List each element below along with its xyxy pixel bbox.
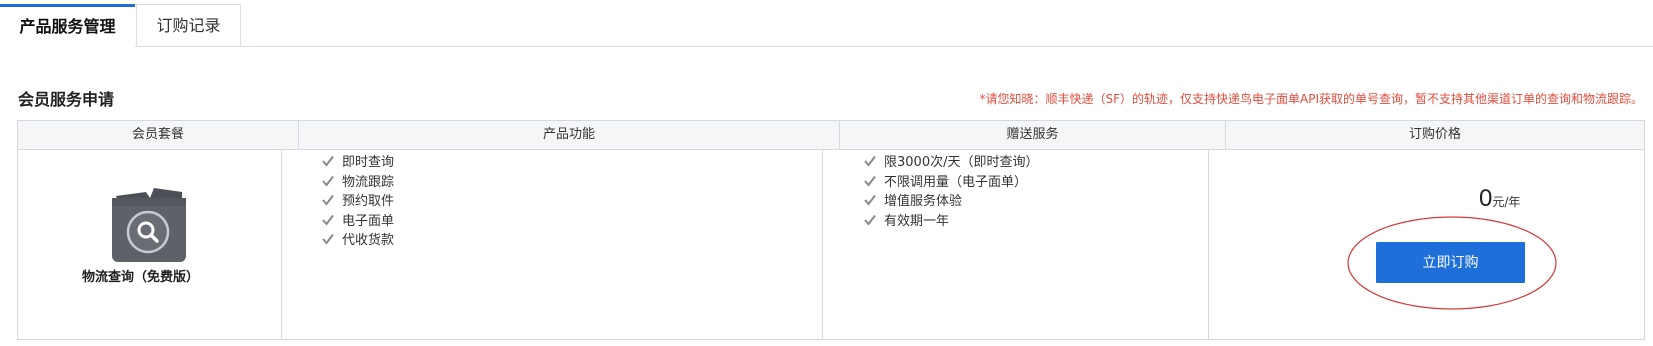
check-icon xyxy=(864,175,876,187)
column-divider xyxy=(281,149,282,339)
list-item: 不限调用量（电子面单） xyxy=(864,173,1038,193)
column-divider xyxy=(822,149,823,339)
check-icon xyxy=(864,155,876,167)
column-divider xyxy=(1208,149,1209,339)
box-search-icon xyxy=(112,188,186,262)
header-price: 订购价格 xyxy=(1408,127,1461,142)
price-unit: 元/年 xyxy=(1492,195,1521,209)
section-title: 会员服务申请 xyxy=(18,90,115,109)
gift-label: 不限调用量（电子面单） xyxy=(884,174,1028,190)
gift-label: 限3000次/天（即时查询） xyxy=(884,155,1039,170)
feature-label: 物流跟踪 xyxy=(342,174,395,190)
plan-name: 物流查询（免费版） xyxy=(81,270,199,285)
annotation-ellipse xyxy=(1347,216,1557,310)
gift-label: 有效期一年 xyxy=(884,213,950,229)
list-item: 增值服务体验 xyxy=(864,192,1038,212)
feature-label: 代收货款 xyxy=(342,233,395,248)
tab-bar: 产品服务管理 订购记录 xyxy=(0,0,1653,47)
list-item: 预约取件 xyxy=(322,192,394,212)
feature-label: 预约取件 xyxy=(342,194,395,209)
check-icon xyxy=(322,194,334,206)
check-icon xyxy=(322,214,334,226)
header-features: 产品功能 xyxy=(299,121,840,149)
check-icon xyxy=(322,175,334,187)
list-item: 限3000次/天（即时查询） xyxy=(864,153,1038,173)
list-item: 物流跟踪 xyxy=(322,173,394,193)
list-item: 电子面单 xyxy=(322,212,394,232)
check-icon xyxy=(864,214,876,226)
features-list: 即时查询 物流跟踪 预约取件 电子面单 代收货款 xyxy=(322,153,394,251)
feature-label: 即时查询 xyxy=(342,155,395,170)
feature-label: 电子面单 xyxy=(342,213,395,229)
gift-label: 增值服务体验 xyxy=(884,194,963,209)
header-plan: 会员套餐 xyxy=(18,121,299,149)
check-icon xyxy=(322,233,334,245)
list-item: 即时查询 xyxy=(322,153,394,173)
tab-product-service-management[interactable]: 产品服务管理 xyxy=(0,4,135,47)
price-amount: 0 xyxy=(1479,185,1493,212)
table-header: 会员套餐 产品功能 赠送服务 订购价格 xyxy=(18,121,1644,150)
list-item: 有效期一年 xyxy=(864,212,1038,232)
gifts-list: 限3000次/天（即时查询） 不限调用量（电子面单） 增值服务体验 有效期一年 xyxy=(864,153,1038,231)
check-icon xyxy=(322,155,334,167)
list-item: 代收货款 xyxy=(322,231,394,251)
price: 0元/年 xyxy=(1479,185,1520,213)
header-gifts: 赠送服务 xyxy=(840,121,1226,149)
notice-text: *请您知晓：顺丰快递（SF）的轨迹，仅支持快递鸟电子面单API获取的单号查询，暂… xyxy=(979,92,1643,106)
tab-order-records[interactable]: 订购记录 xyxy=(136,4,241,46)
check-icon xyxy=(864,194,876,206)
